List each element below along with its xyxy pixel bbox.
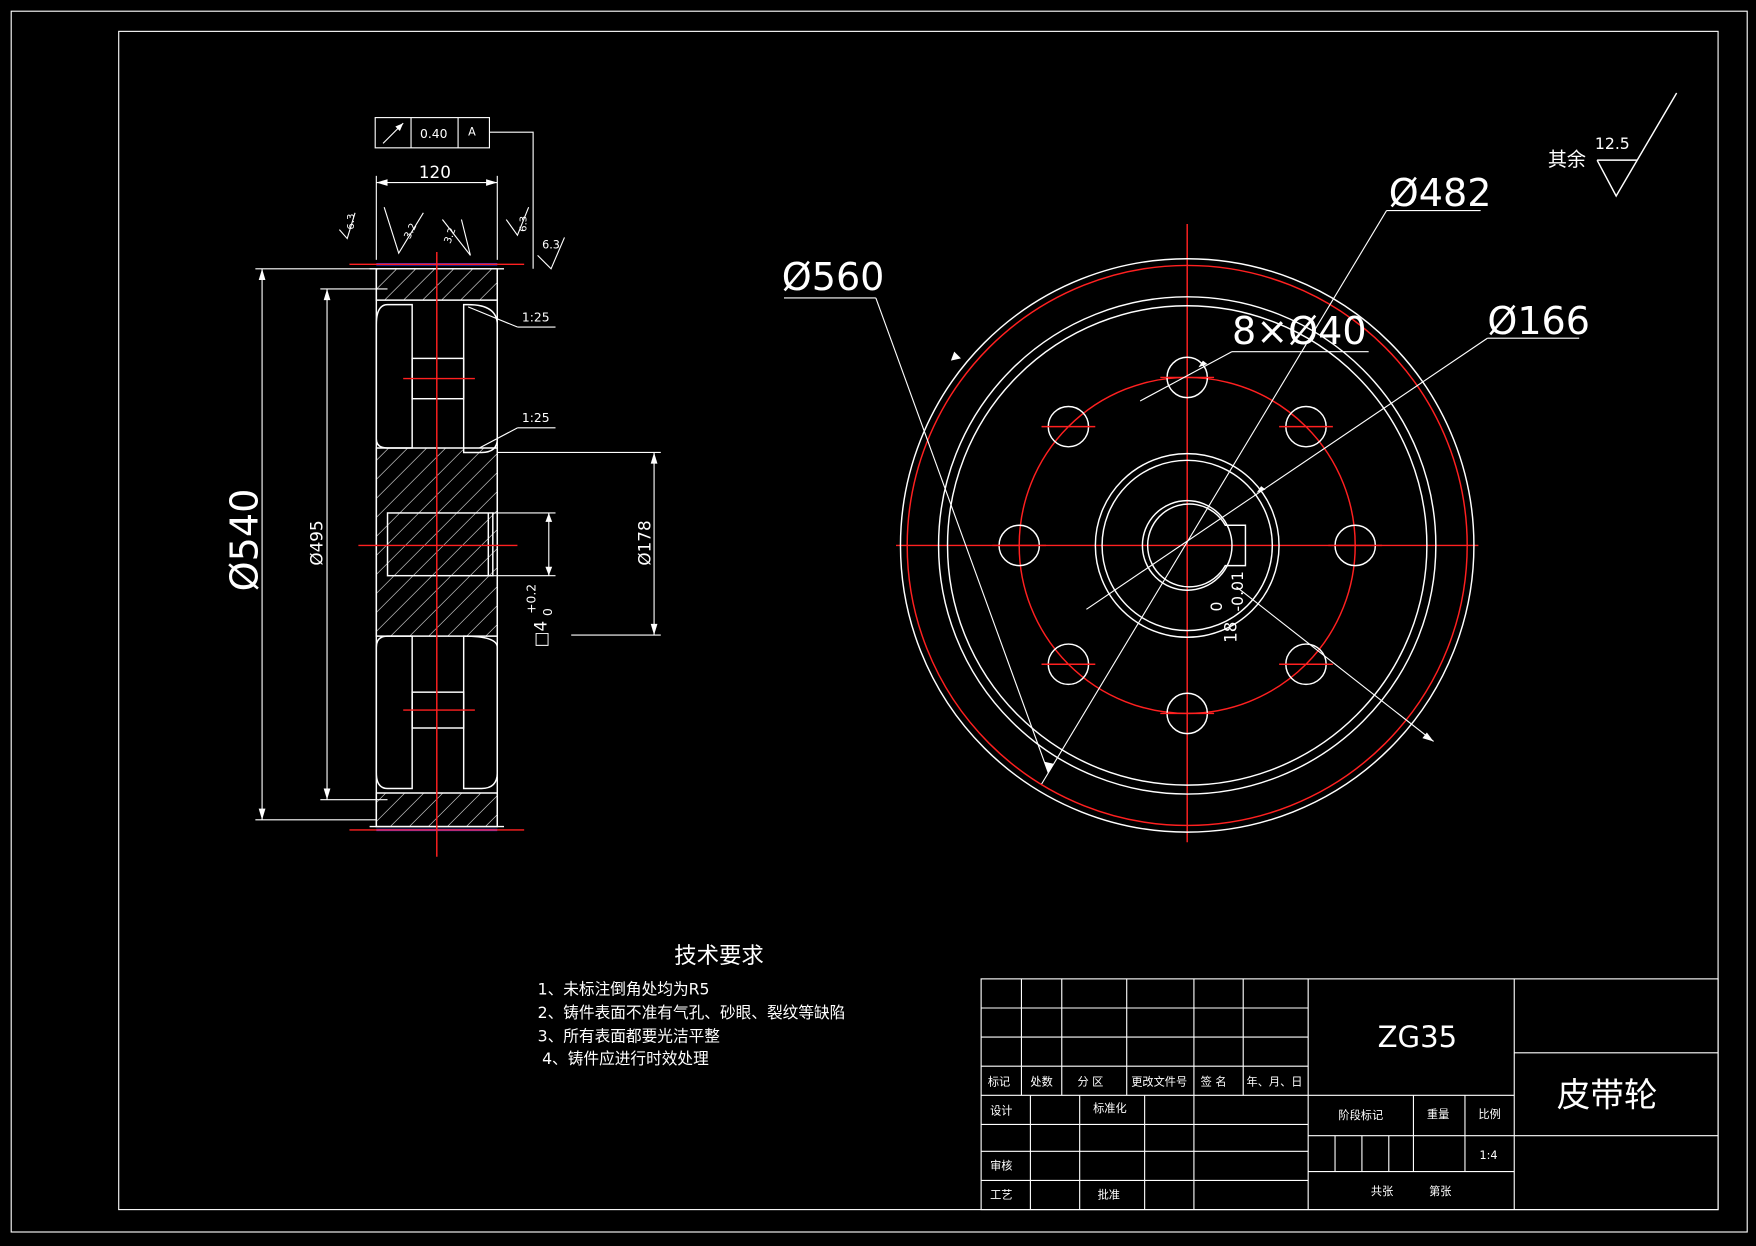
key-depth-tol-upper: 0 [1207, 602, 1226, 612]
tb-scale-label: 比例 [1478, 1107, 1500, 1121]
roughness-symbols: 6.3 3.2 3.2 6.3 6.3 [338, 206, 565, 270]
dia-540: Ø540 [223, 489, 267, 592]
dia-482: Ø482 [1389, 171, 1492, 215]
tb-header-mark: 标记 [988, 1075, 1010, 1088]
rough-b: 3.2 [403, 222, 420, 241]
dia-495: Ø495 [307, 520, 327, 565]
key-width-tol-upper: +0.2 [524, 584, 538, 614]
tech-requirements: 技术要求 1、未标注倒角处均为R5 2、铸件表面不准有气孔、砂眼、裂纹等缺陷 3… [538, 943, 846, 1068]
tb-header-sign: 签 名 [1201, 1074, 1227, 1088]
tb-header-docno: 更改文件号 [1131, 1074, 1187, 1088]
engineering-drawing: 0.40 A 120 6.3 3.2 3.2 6.3 6.3 1:25 1:25… [10, 10, 1748, 1233]
tb-header-count: 处数 [1030, 1074, 1052, 1088]
leader-482: Ø482 [1041, 171, 1492, 785]
tech-item-1: 1、未标注倒角处均为R5 [538, 980, 710, 999]
taper-top: 1:25 [522, 310, 550, 324]
title-block: 标记 处数 分 区 更改文件号 签 名 年、月、日 设计 标准化 审核 工艺 批… [980, 978, 1719, 1211]
rough-e: 6.3 [542, 239, 560, 252]
tb-scale-value: 1:4 [1480, 1149, 1498, 1162]
dia-178: Ø178 [635, 520, 655, 565]
rough-a: 6.3 [346, 214, 357, 230]
tb-process: 工艺 [990, 1188, 1012, 1201]
side-view: 0.40 A 120 6.3 3.2 3.2 6.3 6.3 1:25 1:25… [223, 117, 661, 857]
tb-design: 设计 [990, 1104, 1012, 1117]
tech-item-4: 4、铸件应进行时效处理 [542, 1049, 709, 1068]
key-width: □4 [531, 621, 551, 648]
tb-weight: 重量 [1427, 1107, 1449, 1121]
key-depth-tol-lower: -0.01 [1228, 571, 1247, 612]
tb-header-date: 年、月、日 [1247, 1074, 1303, 1088]
tb-sheet-no: 第张 [1429, 1184, 1451, 1198]
tolerance-datum: A [468, 126, 476, 139]
tb-standardization: 标准化 [1093, 1101, 1127, 1115]
rough-c: 3.2 [443, 226, 459, 245]
dim-key-width: □4 +0.2 0 [492, 512, 556, 648]
holes-callout: 8×Ø40 [1232, 309, 1367, 353]
width-dimension: 120 [375, 162, 498, 260]
leader-holes: 8×Ø40 [1139, 309, 1369, 402]
taper-callouts: 1:25 1:25 [467, 306, 556, 449]
key-width-tol-lower: 0 [541, 608, 555, 616]
tb-approve: 批准 [1098, 1187, 1120, 1201]
tb-part-name: 皮带轮 [1557, 1076, 1658, 1115]
tb-total-sheets: 共张 [1371, 1185, 1393, 1198]
tb-review: 审核 [990, 1158, 1012, 1172]
taper-mid: 1:25 [522, 411, 550, 425]
tech-title: 技术要求 [674, 943, 764, 969]
tolerance-frame: 0.40 A [374, 117, 534, 269]
dia-560: Ø560 [782, 255, 885, 299]
dim-178: Ø178 [497, 451, 661, 636]
roughness-value: 12.5 [1595, 134, 1630, 153]
front-view: Ø560 Ø482 8×Ø40 Ø166 18 0 -0.01 [782, 171, 1590, 843]
width-dim-text: 120 [419, 162, 451, 182]
roughness-label: 其余 [1548, 149, 1586, 171]
tb-stage-mark: 阶段标记 [1338, 1108, 1383, 1122]
leader-560: Ø560 [782, 255, 1054, 773]
dim-540: Ø540 [223, 268, 377, 821]
tech-item-2: 2、铸件表面不准有气孔、砂眼、裂纹等缺陷 [538, 1003, 846, 1022]
key-depth: 18 [1220, 622, 1240, 643]
tb-material: ZG35 [1378, 1020, 1458, 1054]
dia-166: Ø166 [1487, 299, 1590, 343]
tolerance-value: 0.40 [420, 127, 448, 141]
rough-d: 6.3 [518, 216, 529, 232]
roughness-note: 其余 12.5 [1548, 92, 1678, 198]
dim-495: Ø495 [307, 288, 388, 801]
tech-item-3: 3、所有表面都要光洁平整 [538, 1027, 721, 1046]
tb-header-zone: 分 区 [1077, 1075, 1103, 1088]
drawing-sheet: 0.40 A 120 6.3 3.2 3.2 6.3 6.3 1:25 1:25… [0, 0, 1756, 1242]
